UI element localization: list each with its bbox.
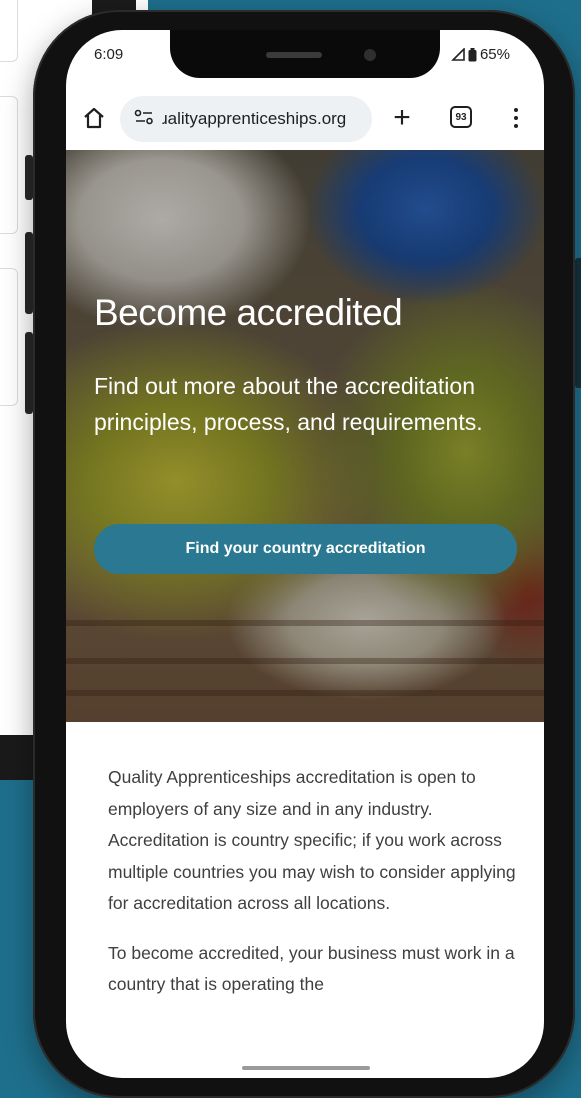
url-text: ɹalityapprenticeships.org — [162, 109, 347, 128]
new-tab-button[interactable]: + — [388, 102, 416, 134]
phone-side-button — [25, 155, 33, 200]
hero-title: Become accredited — [94, 292, 403, 333]
home-indicator[interactable] — [242, 1066, 370, 1070]
front-camera — [364, 49, 376, 61]
battery-percent: 65% — [479, 46, 510, 63]
hero-banner: Become accredited Find out more about th… — [66, 150, 544, 722]
site-settings-icon[interactable] — [134, 109, 154, 130]
background-card — [0, 96, 18, 234]
phone-volume-up — [25, 232, 33, 314]
background-card — [0, 0, 18, 62]
signal-icon — [451, 48, 465, 61]
body-content: Quality Apprenticeships accreditation is… — [108, 762, 518, 1019]
speaker-grille — [266, 52, 322, 58]
home-icon — [84, 107, 104, 129]
find-country-accreditation-button[interactable]: Find your country accreditation — [94, 524, 517, 574]
phone-screen: 6:09 65% ɹalityapprenticeships.org + 93 … — [66, 30, 544, 1078]
browser-toolbar: ɹalityapprenticeships.org + 93 — [66, 92, 544, 146]
status-indicators: 65% — [451, 46, 510, 63]
tab-switcher-button[interactable]: 93 — [450, 106, 472, 128]
background-side-tab — [575, 258, 581, 388]
body-paragraph: Quality Apprenticeships accreditation is… — [108, 767, 516, 913]
home-button[interactable] — [80, 104, 108, 132]
more-vert-icon[interactable] — [506, 104, 526, 132]
status-time: 6:09 — [94, 46, 124, 63]
battery-icon — [468, 47, 477, 62]
body-paragraph: To become accredited, your business must… — [108, 942, 515, 995]
background-card — [0, 268, 18, 406]
address-bar[interactable]: ɹalityapprenticeships.org — [120, 96, 372, 142]
phone-notch — [170, 30, 440, 78]
hero-subtitle: Find out more about the accreditation pr… — [94, 373, 483, 435]
phone-volume-down — [25, 332, 33, 414]
